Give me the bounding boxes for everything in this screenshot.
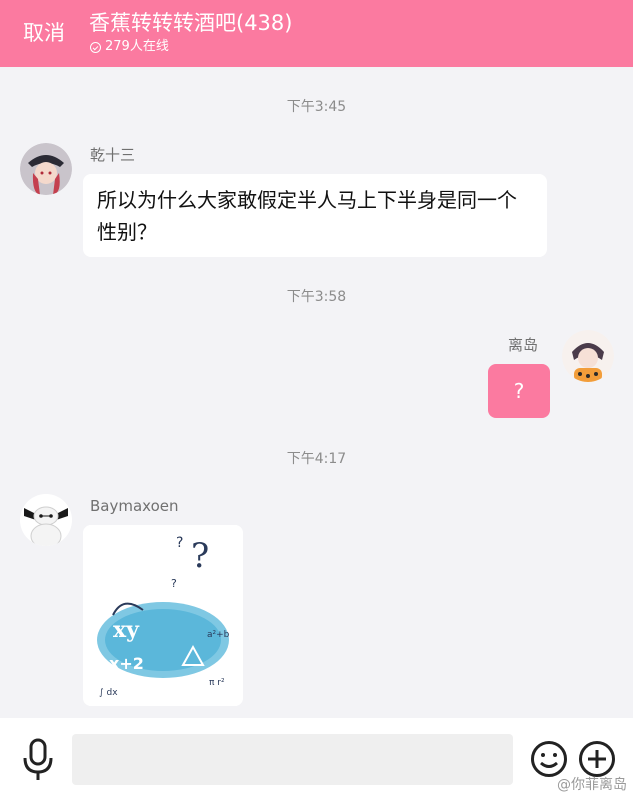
timestamp: 下午3:45 — [286, 99, 347, 115]
online-status: 279人在线 — [90, 39, 169, 55]
input-bar: @你菲离岛 — [0, 718, 633, 800]
svg-text:?: ? — [171, 577, 177, 590]
watermark: @你菲离岛 — [557, 777, 627, 793]
cancel-button[interactable]: 取消 — [23, 20, 65, 46]
online-count: 279人在线 — [105, 39, 169, 54]
microphone-icon[interactable] — [22, 738, 54, 786]
svg-text:a²+b: a²+b — [207, 630, 230, 640]
timestamp: 下午4:17 — [286, 451, 347, 467]
svg-text:x+2: x+2 — [109, 654, 144, 673]
svg-text:?: ? — [176, 535, 183, 551]
sender-name: 离岛 — [508, 336, 539, 354]
timestamp: 下午3:58 — [286, 289, 347, 305]
message-input[interactable] — [72, 734, 513, 785]
message-bubble[interactable]: 所以为什么大家敢假定半人马上下半身是同一个性别？ — [83, 174, 547, 257]
message-bubble[interactable]: ? — [488, 364, 550, 418]
avatar[interactable] — [20, 143, 72, 195]
group-title: 香蕉转转转酒吧(438) — [89, 11, 293, 35]
online-check-icon — [90, 41, 101, 53]
image-message[interactable]: ? ? ? xy x+2 a²+b ∫ dx π r² — [83, 525, 243, 706]
avatar[interactable] — [20, 494, 72, 546]
sender-name: 乾十三 — [90, 146, 136, 164]
message-text: ? — [513, 379, 525, 403]
svg-text:xy: xy — [113, 617, 140, 643]
svg-text:∫ dx: ∫ dx — [99, 688, 118, 698]
question-sticker: ? ? ? xy x+2 a²+b ∫ dx π r² — [83, 525, 243, 706]
chat-header: 取消 香蕉转转转酒吧(438) 279人在线 — [0, 0, 633, 67]
svg-text:?: ? — [191, 536, 209, 576]
avatar[interactable] — [562, 330, 614, 382]
sender-name: Baymaxoen — [90, 497, 179, 515]
message-text: 所以为什么大家敢假定半人马上下半身是同一个性别？ — [97, 188, 517, 244]
svg-text:π r²: π r² — [209, 678, 225, 688]
